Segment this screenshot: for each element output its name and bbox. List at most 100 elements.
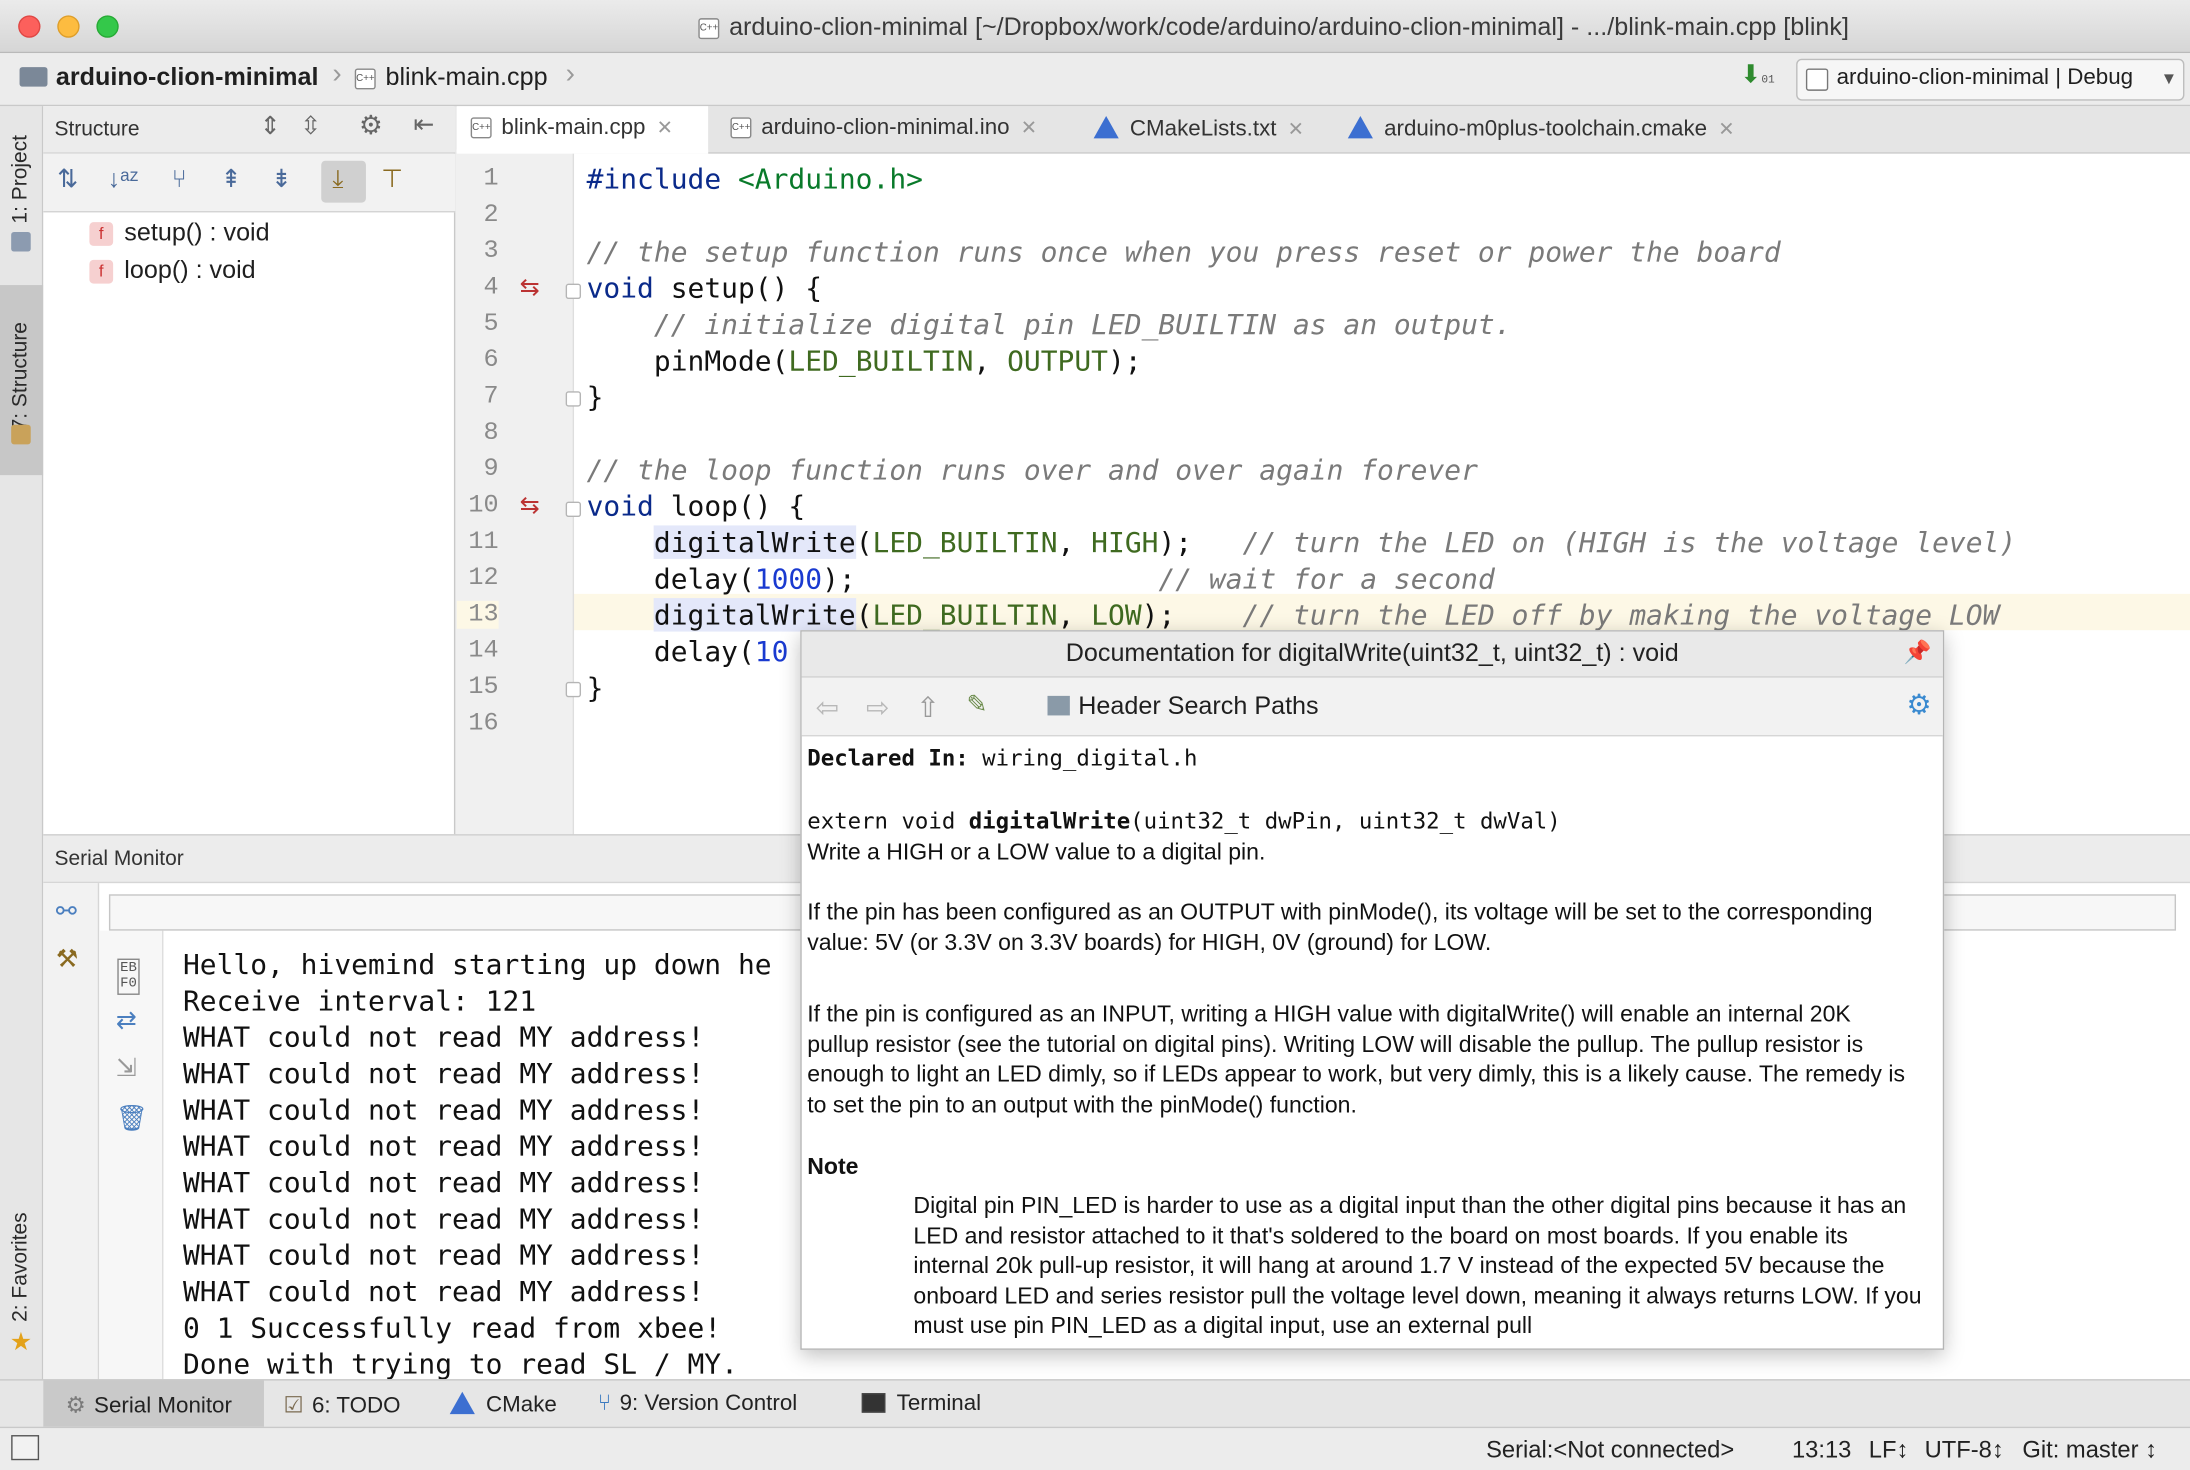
settings-icon[interactable]: ⚒ [56,945,79,974]
serial-output-line: WHAT could not read MY address! [182,1238,705,1272]
sort-alphabetically-icon[interactable]: ↓ᵃᶻ [108,165,139,194]
close-tab-icon[interactable]: ✕ [1718,117,1734,139]
override-marker-icon[interactable]: ⇆ [520,274,540,302]
documentation-title-text: Documentation for digitalWrite(uint32_t,… [1065,638,1679,667]
back-icon[interactable]: ⇦ [816,690,839,725]
tab-cmakelists[interactable]: CMakeLists.txt ✕ [1080,106,1329,154]
navigation-bar: arduino-clion-minimal › C++ blink-main.cp… [0,53,2190,107]
structure-item-label: setup() : void [124,217,270,246]
caret-position[interactable]: 13:13 [1792,1436,1851,1464]
serial-output-line: WHAT could not read MY address! [182,1201,705,1236]
collapse-all-icon[interactable]: ⇳ [300,112,321,141]
line-number: 9 [483,455,499,484]
function-signature: extern void digitalWrite(uint32_t dwPin,… [807,807,1561,835]
cpp-file-icon: C++ [470,117,492,139]
fold-marker-icon[interactable] [565,681,582,698]
sort-by-visibility-icon[interactable]: ⇅ [57,165,78,194]
expand-icon[interactable]: ⇞ [221,165,242,194]
line-separator-selector[interactable]: LF↕ [1869,1436,1909,1464]
close-window-button[interactable] [18,15,41,38]
encoding-selector[interactable]: UTF-8↕ [1925,1436,2004,1464]
fold-marker-icon[interactable] [565,391,582,407]
connect-icon[interactable]: ⚯ [56,897,77,926]
structure-toolbar: ⇅ ↓ᵃᶻ ⑂ ⇞ ⇟ ⤓ ⊤ [43,153,456,213]
override-marker-icon[interactable]: ⇆ [520,492,540,520]
cmake-icon [1347,115,1373,139]
hex-view-icon[interactable]: EB F0 [117,958,140,995]
tab-blink-main-cpp[interactable]: C++ blink-main.cpp ✕ [456,106,709,154]
tool-tab-favorites[interactable]: 2: Favorites ★ [0,1182,43,1364]
line-number: 4 [483,273,499,302]
function-icon: f [89,259,114,284]
minimize-window-button[interactable] [57,15,80,38]
serial-output-line: WHAT could not read MY address! [182,1165,705,1199]
fold-marker-icon[interactable] [565,283,582,300]
close-tab-icon[interactable]: ✕ [1288,117,1304,139]
tool-windows-icon[interactable] [11,1435,40,1461]
tool-tab-cmake[interactable]: CMake [449,1381,557,1427]
hide-panel-icon[interactable]: ⇤ [413,110,434,139]
forward-icon[interactable]: ⇨ [866,690,889,725]
expand-all-icon[interactable]: ⇕ [260,112,281,141]
tool-tab-label: Serial Monitor [94,1394,232,1419]
structure-item[interactable]: f loop() : void [89,256,256,285]
close-tab-icon[interactable]: ✕ [1021,116,1037,138]
trash-icon[interactable]: 🗑 [116,1104,148,1133]
autoscroll-to-source-button[interactable]: ⤓ [321,160,366,203]
documentation-popup: Documentation for digitalWrite(uint32_t,… [800,630,1945,1350]
tool-tab-structure[interactable]: 7: Structure [0,285,44,476]
line-number: 5 [483,310,499,339]
tool-tab-project[interactable]: 1: Project [0,106,43,274]
collapse-icon[interactable]: ⇟ [271,165,292,194]
doc-paragraph: If the pin is configured as an INPUT, wr… [807,1001,1905,1118]
tool-tab-todo[interactable]: ☑ 6: TODO [284,1381,401,1427]
tool-tab-terminal[interactable]: Terminal [861,1381,982,1427]
run-config-icon [1805,68,1829,91]
serial-output-line: WHAT could not read MY address! [182,1092,705,1127]
serial-monitor-toolbar: ⚯ ⚒ [43,883,100,1381]
zoom-window-button[interactable] [96,15,119,38]
line-number: 7 [483,382,499,411]
autoscroll-from-source-icon[interactable]: ⊤ [381,165,403,194]
code-line: } [586,670,604,705]
serial-status[interactable]: Serial:<Not connected> [1486,1436,1734,1464]
tool-tab-version-control[interactable]: ⑂ 9: Version Control [598,1381,797,1427]
tool-tab-label: CMake [486,1393,557,1417]
title-bar: C++ arduino-clion-minimal [~/Dropbox/work… [0,0,2190,54]
header-search-paths-label: Header Search Paths [1078,691,1319,720]
tool-tab-serial-monitor[interactable]: ⚙ Serial Monitor [43,1380,264,1427]
close-tab-icon[interactable]: ✕ [657,116,673,138]
breadcrumb-project[interactable]: arduino-clion-minimal [19,63,318,92]
gear-icon[interactable]: ⚙ [1907,687,1932,722]
fold-marker-icon[interactable] [565,501,582,518]
breadcrumb-separator: › [332,58,342,90]
tab-toolchain-cmake[interactable]: arduino-m0plus-toolchain.cmake ✕ [1334,106,1773,154]
documentation-body: Declared In: wiring_digital.h extern voi… [807,743,1924,1347]
up-icon[interactable]: ⇧ [916,690,939,725]
edit-source-icon[interactable]: ✎ [967,690,988,719]
serial-output-line: Hello, hivemind starting up down he [182,947,772,981]
serial-output-line: WHAT could not read MY address! [182,1129,705,1163]
show-inherited-icon[interactable]: ⑂ [172,165,187,194]
line-number: 1 [483,164,499,193]
line-number: 8 [483,419,499,448]
pin-icon[interactable]: 📌 [1904,639,1932,667]
code-line: digitalWrite(LED_BUILTIN, HIGH); // turn… [653,525,2017,559]
git-branch-selector[interactable]: Git: master ↕ [2022,1436,2157,1464]
gear-icon[interactable]: ⚙ [359,110,383,142]
version-control-icon: ⑂ [597,1391,612,1416]
scroll-to-end-icon[interactable]: ⇲ [116,1054,137,1083]
tool-tab-label: Terminal [896,1391,982,1416]
header-search-paths-button[interactable]: Header Search Paths [1047,691,1319,721]
run-configuration-label: arduino-clion-minimal | Debug [1836,65,2134,90]
structure-item[interactable]: f setup() : void [89,217,270,247]
tab-arduino-clion-minimal-ino[interactable]: C++ arduino-clion-minimal.ino ✕ [716,106,1076,154]
doc-note-heading: Note [807,1154,859,1180]
wrap-icon[interactable]: ⇄ [116,1006,137,1035]
breadcrumb-file[interactable]: C++ blink-main.cpp [354,63,548,92]
build-icon[interactable]: ⬇01 [1740,60,1775,89]
serial-output-line: WHAT could not read MY address! [182,1274,705,1308]
tool-tab-structure-label: 7: Structure [8,322,33,431]
line-number: 6 [483,346,499,375]
run-configuration-selector[interactable]: arduino-clion-minimal | Debug ▼ [1796,58,2185,101]
